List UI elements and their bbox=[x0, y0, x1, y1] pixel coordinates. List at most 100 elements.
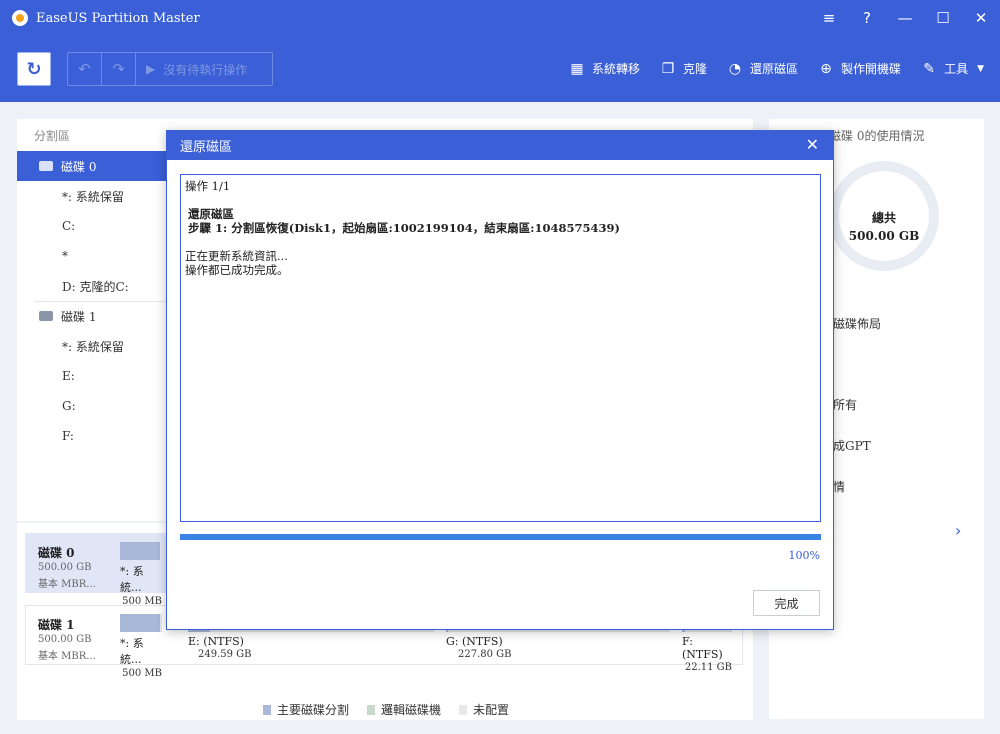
tree-item-label: D: 克隆的C: bbox=[62, 279, 129, 294]
action-link[interactable]: 所有 bbox=[833, 396, 857, 413]
help-icon[interactable]: ? bbox=[848, 0, 886, 36]
legend-swatch bbox=[367, 704, 376, 715]
close-button[interactable]: ✕ bbox=[962, 0, 1000, 36]
recover-partition-dialog: 還原磁區 ✕ 操作 1/1 還原磁區 步驟 1: 分割區恢復(Disk1，起始扇… bbox=[166, 130, 834, 630]
tool-label: 製作開機碟 bbox=[841, 62, 902, 76]
disk-icon bbox=[39, 311, 53, 321]
log-status-updating: 正在更新系統資訊... bbox=[185, 249, 288, 263]
tree-item-label: F: bbox=[62, 429, 74, 443]
refresh-button[interactable]: ↻ bbox=[17, 52, 51, 86]
tree-item-partition[interactable]: *: 系統保留 bbox=[17, 181, 167, 211]
partition-label: *: 系統... bbox=[120, 637, 144, 666]
app-logo-icon bbox=[12, 10, 28, 26]
progress-percent: 100% bbox=[788, 549, 820, 562]
partition-usage-fill bbox=[120, 542, 160, 560]
menu-icon[interactable]: ≡ bbox=[810, 0, 848, 36]
log-blank bbox=[185, 193, 816, 207]
progress-fill bbox=[180, 534, 821, 540]
disk-size: 500.00 GB bbox=[38, 634, 92, 645]
disk-type: 基本 MBR... bbox=[38, 651, 96, 662]
tree-item-partition[interactable]: E: bbox=[17, 361, 167, 391]
legend-item: 未配置 bbox=[459, 701, 509, 718]
partition-label: G: (NTFS) bbox=[446, 635, 503, 648]
action-link[interactable]: 情 bbox=[833, 478, 845, 495]
legend-item: 邏輯磁碟機 bbox=[367, 701, 441, 718]
tree-item-partition[interactable]: * bbox=[17, 241, 167, 271]
partition-size: 22.11 GB bbox=[684, 662, 732, 673]
finish-button[interactable]: 完成 bbox=[753, 590, 820, 616]
tools-menu-button[interactable]: ✎ 工具 ▼ bbox=[921, 60, 984, 77]
legend-label: 邏輯磁碟機 bbox=[381, 703, 442, 717]
bootable-media-button[interactable]: ⊕ 製作開機碟 bbox=[818, 60, 901, 77]
redo-button[interactable]: ↷ bbox=[102, 53, 136, 85]
log-heading: 還原磁區 bbox=[188, 207, 234, 221]
tree-item-partition[interactable]: D: 克隆的C: bbox=[17, 271, 167, 301]
dialog-title: 還原磁區 bbox=[180, 140, 233, 155]
refresh-icon: ↻ bbox=[26, 58, 42, 80]
tree-item-label: *: 系統保留 bbox=[62, 189, 124, 204]
minimize-button[interactable]: — bbox=[886, 0, 924, 36]
action-link[interactable]: 成GPT bbox=[833, 437, 871, 454]
close-icon[interactable]: ✕ bbox=[806, 135, 819, 154]
tool-buttons: ▦ 系統轉移 ❐ 克隆 ◔ 還原磁區 ⊕ 製作開機碟 ✎ 工具 ▼ bbox=[569, 60, 984, 77]
column-header-partition: 分割區 bbox=[34, 129, 71, 143]
undo-button[interactable]: ↶ bbox=[68, 53, 102, 85]
tool-label: 克隆 bbox=[683, 62, 708, 76]
tree-item-label: * bbox=[62, 249, 68, 263]
total-label: 總共 bbox=[871, 211, 896, 225]
tree-item-label: E: bbox=[62, 369, 75, 383]
partition-size: 500 MB bbox=[122, 668, 162, 679]
tree-item-partition[interactable]: C: bbox=[17, 211, 167, 241]
disk-name: 磁碟 0 bbox=[38, 546, 75, 560]
tool-label: 還原磁區 bbox=[750, 62, 799, 76]
tree-item-partition[interactable]: *: 系統保留 bbox=[17, 331, 167, 361]
clone-icon: ❐ bbox=[661, 60, 675, 77]
wrench-icon: ✎ bbox=[923, 60, 935, 77]
clone-button[interactable]: ❐ 克隆 bbox=[660, 60, 707, 77]
tree-item-label: G: bbox=[62, 399, 76, 413]
log-status-done: 操作都已成功完成。 bbox=[185, 263, 289, 277]
tree-item-label: C: bbox=[62, 219, 76, 233]
action-link[interactable]: 磁碟佈局 bbox=[833, 315, 881, 332]
tree-item-disk-0[interactable]: 磁碟 0 bbox=[17, 151, 167, 181]
total-value: 500.00 GB bbox=[848, 229, 920, 243]
operation-log: 操作 1/1 還原磁區 步驟 1: 分割區恢復(Disk1，起始扇區:10021… bbox=[180, 174, 821, 522]
tool-label: 工具 bbox=[944, 62, 969, 76]
execute-operations-button[interactable]: ▶ 沒有待執行操作 bbox=[136, 61, 247, 78]
disk-icon bbox=[39, 161, 53, 171]
pending-operations-group: ↶ ↷ ▶ 沒有待執行操作 bbox=[67, 52, 273, 86]
partition-bar bbox=[120, 542, 162, 560]
tool-label: 系統轉移 bbox=[592, 62, 641, 76]
log-step-line: 步驟 1: 分割區恢復(Disk1，起始扇區:1002199104，結束扇區:1… bbox=[188, 221, 620, 235]
system-migrate-button[interactable]: ▦ 系統轉移 bbox=[569, 60, 640, 77]
partition-block[interactable]: *: 系統... 500 MB bbox=[120, 614, 162, 679]
partition-label: E: (NTFS) bbox=[188, 635, 244, 648]
tree-item-disk-1[interactable]: 磁碟 1 bbox=[17, 301, 167, 331]
legend-label: 未配置 bbox=[473, 703, 510, 717]
partition-recovery-button[interactable]: ◔ 還原磁區 bbox=[727, 60, 798, 77]
partition-block[interactable]: *: 系統... 500 MB bbox=[120, 542, 162, 607]
chevron-right-icon[interactable]: › bbox=[955, 521, 961, 540]
dialog-header: 還原磁區 ✕ bbox=[167, 131, 833, 160]
progress-bar bbox=[180, 534, 821, 540]
tree-item-label: 磁碟 0 bbox=[61, 159, 97, 174]
partition-size: 227.80 GB bbox=[458, 649, 512, 660]
plus-circle-icon: ⊕ bbox=[820, 60, 832, 77]
log-blank bbox=[185, 235, 816, 249]
usage-title: 磁碟 0的使用情況 bbox=[829, 129, 925, 143]
partition-label: F: (NTFS) bbox=[682, 635, 723, 661]
chevron-down-icon: ▼ bbox=[977, 63, 984, 74]
windows-icon: ▦ bbox=[570, 60, 584, 77]
legend-swatch bbox=[263, 704, 271, 715]
title-bar: EaseUS Partition Master ≡ ? — ☐ ✕ bbox=[0, 0, 1000, 36]
tree-item-partition[interactable]: G: bbox=[17, 391, 167, 421]
log-step-count: 操作 1/1 bbox=[185, 179, 231, 193]
legend-swatch bbox=[459, 704, 468, 715]
pie-icon: ◔ bbox=[728, 60, 742, 77]
disk-map-legend: 主要磁碟分割 邏輯磁碟機 未配置 bbox=[263, 701, 509, 718]
maximize-button[interactable]: ☐ bbox=[924, 0, 962, 36]
play-icon: ▶ bbox=[146, 62, 156, 76]
tree-item-partition[interactable]: F: bbox=[17, 421, 167, 451]
partition-label: *: 系統... bbox=[120, 565, 144, 594]
tree-item-label: 磁碟 1 bbox=[61, 309, 97, 324]
